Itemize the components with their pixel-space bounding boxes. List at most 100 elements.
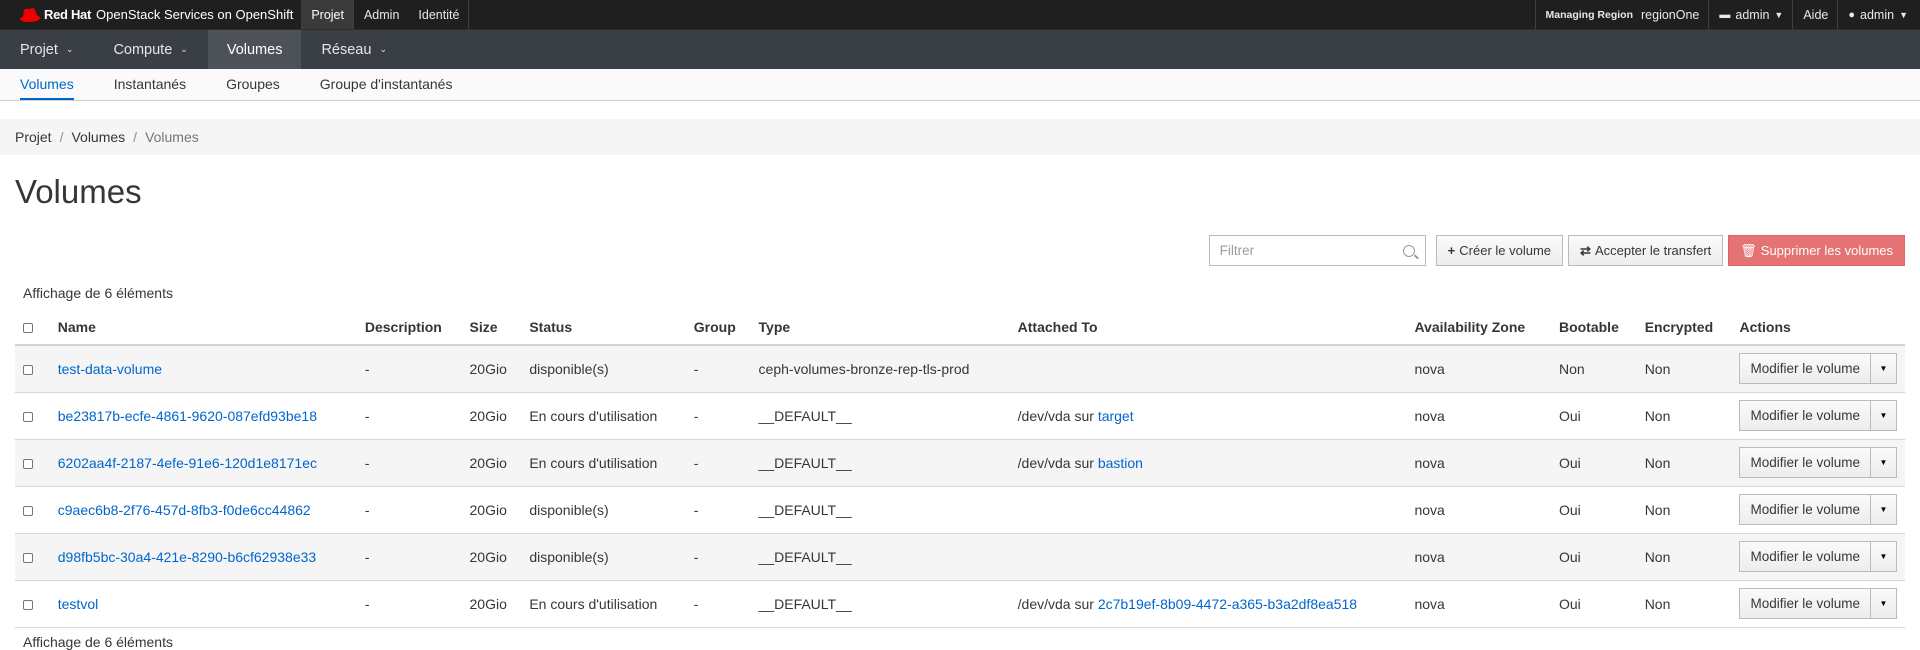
- cell-description: -: [356, 439, 462, 487]
- edit-volume-button[interactable]: Modifier le volume: [1739, 447, 1871, 478]
- caret-down-icon: ▼: [1879, 599, 1888, 608]
- edit-volume-button[interactable]: Modifier le volume: [1739, 541, 1871, 572]
- filter-box: [1208, 235, 1426, 266]
- volume-name-link[interactable]: d98fb5bc-30a4-421e-8290-b6cf62938e33: [58, 549, 316, 565]
- row-checkbox[interactable]: [23, 599, 33, 610]
- nav-volumes[interactable]: Volumes: [207, 30, 302, 69]
- col-group[interactable]: Group: [685, 309, 751, 346]
- filter-input[interactable]: [1219, 243, 1403, 258]
- nav-compute[interactable]: Compute ⌄: [93, 30, 207, 69]
- cell-group: -: [685, 533, 751, 581]
- help-link[interactable]: Aide: [1793, 0, 1837, 29]
- col-type[interactable]: Type: [750, 309, 1010, 346]
- cell-zone: nova: [1406, 533, 1551, 581]
- col-size[interactable]: Size: [461, 309, 522, 346]
- col-description[interactable]: Description: [356, 309, 462, 346]
- table-row: be23817b-ecfe-4861-9620-087efd93be18-20G…: [15, 392, 1905, 440]
- cell-attached-to: [1009, 486, 1407, 534]
- cell-type: __DEFAULT__: [750, 486, 1010, 534]
- row-checkbox[interactable]: [23, 458, 33, 469]
- cell-zone: nova: [1406, 580, 1551, 628]
- project-dropdown[interactable]: ▬ admin ▼: [1709, 0, 1792, 29]
- search-icon[interactable]: [1402, 244, 1415, 257]
- table-toolbar: + Créer le volume ⇄ Accepter le transfer…: [1208, 235, 1905, 266]
- accept-transfer-button[interactable]: ⇄ Accepter le transfert: [1568, 235, 1724, 266]
- chevron-down-icon: ⌄: [379, 44, 387, 54]
- region-selector[interactable]: Managing Region regionOne: [1535, 0, 1709, 29]
- cell-status: disponible(s): [521, 486, 686, 534]
- cell-encrypted: Non: [1636, 345, 1732, 393]
- user-dropdown[interactable]: ● admin ▼: [1838, 0, 1920, 29]
- volume-name-link[interactable]: 6202aa4f-2187-4efe-91e6-120d1e8171ec: [58, 455, 317, 471]
- masthead-tab-admin[interactable]: Admin: [353, 0, 408, 29]
- cell-group: -: [685, 345, 751, 393]
- nav-projet[interactable]: Projet ⌄: [0, 30, 93, 69]
- brand-wordmark: Red Hat: [44, 7, 92, 22]
- attached-device: /dev/vda: [1017, 407, 1071, 424]
- col-availability-zone[interactable]: Availability Zone: [1406, 309, 1551, 346]
- caret-down-icon: ▼: [1879, 458, 1888, 467]
- edit-volume-button[interactable]: Modifier le volume: [1739, 400, 1871, 431]
- select-all-checkbox[interactable]: [23, 322, 33, 333]
- actions-dropdown-toggle[interactable]: ▼: [1871, 541, 1897, 572]
- nav-reseau[interactable]: Réseau ⌄: [301, 30, 407, 69]
- delete-volumes-button[interactable]: 🗑 Supprimer les volumes: [1728, 235, 1905, 266]
- edit-volume-button[interactable]: Modifier le volume: [1739, 353, 1871, 385]
- col-actions: Actions: [1731, 309, 1905, 346]
- col-bootable[interactable]: Bootable: [1550, 309, 1637, 346]
- cell-group: -: [685, 439, 751, 487]
- volume-name-link[interactable]: test-data-volume: [58, 361, 162, 377]
- row-checkbox[interactable]: [23, 365, 33, 376]
- tab-volumes[interactable]: Volumes: [20, 69, 74, 100]
- row-checkbox[interactable]: [23, 505, 33, 516]
- row-actions: Modifier le volume ▼: [1739, 447, 1897, 478]
- cell-encrypted: Non: [1636, 392, 1732, 440]
- redhat-logo-icon: [20, 7, 40, 22]
- actions-dropdown-toggle[interactable]: ▼: [1871, 447, 1897, 478]
- cell-encrypted: Non: [1636, 580, 1732, 628]
- attached-instance-link[interactable]: target: [1098, 408, 1134, 424]
- tab-groupes[interactable]: Groupes: [226, 69, 280, 100]
- actions-dropdown-toggle[interactable]: ▼: [1871, 400, 1897, 431]
- tab-instantanes[interactable]: Instantanés: [114, 69, 186, 100]
- caret-down-icon: ▼: [1879, 505, 1888, 514]
- volume-name-link[interactable]: testvol: [58, 596, 98, 612]
- cell-zone: nova: [1406, 486, 1551, 534]
- cell-encrypted: Non: [1636, 486, 1732, 534]
- attached-instance-link[interactable]: bastion: [1098, 455, 1143, 471]
- cell-type: __DEFAULT__: [750, 533, 1010, 581]
- breadcrumb-projet[interactable]: Projet: [15, 129, 52, 145]
- attached-device: /dev/vda: [1017, 454, 1071, 471]
- cell-bootable: Oui: [1550, 580, 1637, 628]
- volume-name-link[interactable]: be23817b-ecfe-4861-9620-087efd93be18: [58, 408, 317, 424]
- primary-nav: Projet ⌄ Compute ⌄ Volumes Réseau ⌄: [0, 29, 1920, 69]
- caret-down-icon: ▼: [1879, 411, 1888, 420]
- cell-status: En cours d'utilisation: [521, 392, 686, 440]
- cell-size: 20Gio: [461, 533, 522, 581]
- actions-dropdown-toggle[interactable]: ▼: [1871, 353, 1897, 385]
- cell-attached-to: [1009, 533, 1407, 581]
- row-checkbox[interactable]: [23, 411, 33, 422]
- masthead-tab-projet[interactable]: Projet: [301, 0, 354, 29]
- masthead-tab-identite[interactable]: Identité: [408, 0, 470, 29]
- tab-groupe-instantanes[interactable]: Groupe d'instantanés: [320, 69, 453, 100]
- col-attached-to[interactable]: Attached To: [1009, 309, 1407, 346]
- col-status[interactable]: Status: [521, 309, 686, 346]
- attached-on-label: sur: [1074, 454, 1094, 471]
- masthead: Red Hat OpenStack Services on OpenShift …: [0, 0, 1920, 29]
- actions-dropdown-toggle[interactable]: ▼: [1871, 494, 1897, 525]
- brand-logo[interactable]: Red Hat OpenStack Services on OpenShift: [0, 0, 301, 29]
- actions-dropdown-toggle[interactable]: ▼: [1871, 588, 1897, 619]
- col-name[interactable]: Name: [49, 309, 357, 346]
- cell-size: 20Gio: [461, 345, 522, 393]
- create-volume-button[interactable]: + Créer le volume: [1435, 235, 1564, 266]
- edit-volume-button[interactable]: Modifier le volume: [1739, 494, 1871, 525]
- product-name: OpenStack Services on OpenShift: [96, 7, 294, 22]
- attached-instance-link[interactable]: 2c7b19ef-8b09-4472-a365-b3a2df8ea518: [1098, 596, 1357, 612]
- volume-name-link[interactable]: c9aec6b8-2f76-457d-8fb3-f0de6cc44862: [58, 502, 311, 518]
- edit-volume-button[interactable]: Modifier le volume: [1739, 588, 1871, 619]
- breadcrumb-volumes[interactable]: Volumes: [71, 129, 125, 145]
- col-encrypted[interactable]: Encrypted: [1636, 309, 1732, 346]
- table-row: c9aec6b8-2f76-457d-8fb3-f0de6cc44862-20G…: [15, 486, 1905, 534]
- row-checkbox[interactable]: [23, 552, 33, 563]
